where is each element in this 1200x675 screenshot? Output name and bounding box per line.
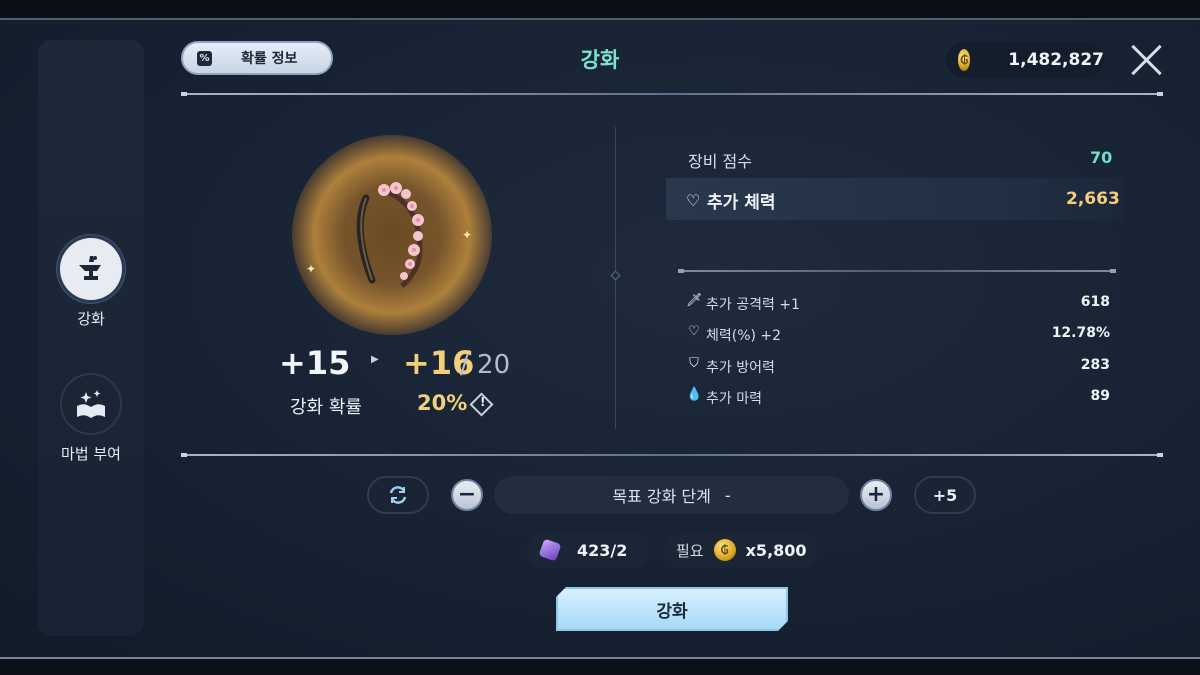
sparkle-icon: ✦	[306, 262, 317, 276]
success-rate-label: 강화 확률	[290, 397, 362, 418]
probability-info-label: 확률 정보	[241, 51, 298, 67]
equipment-score-label: 장비 점수	[688, 152, 752, 171]
stat-row-magic: 💧 추가 마력 89	[686, 386, 1110, 408]
stat-value: 89	[1090, 388, 1110, 404]
stone-count: 423/2	[577, 540, 628, 560]
stat-row-defense: ⛉ 추가 방어력 283	[686, 355, 1110, 377]
gold-balance: ₲ 1,482,827	[946, 42, 1104, 78]
heart-icon: ♡	[688, 324, 700, 339]
bottom-strip	[0, 657, 1200, 675]
enhance-button[interactable]: 강화	[556, 587, 788, 631]
sidebar-item-enchant[interactable]: 마법 부여	[38, 373, 144, 464]
gold-cost-value: x5,800	[745, 540, 807, 560]
sidebar-item-enhance[interactable]: 강화	[38, 238, 144, 329]
highlight-stat-label: 추가 체력	[707, 193, 776, 213]
stat-label: 체력(%) +2	[706, 328, 782, 344]
sword-icon: 🗡	[686, 293, 703, 308]
current-level: +15	[279, 344, 351, 382]
stat-label: 추가 공격력 +1	[706, 297, 800, 313]
stats-divider	[678, 269, 1116, 273]
spellbook-icon	[60, 373, 122, 435]
close-button[interactable]	[1128, 42, 1164, 78]
gold-cost: 필요 ₲ x5,800	[664, 532, 818, 568]
sidebar: 강화 마법 부여	[38, 40, 144, 636]
gold-coin-icon: ₲	[713, 539, 736, 561]
shield-icon: ⛉	[689, 356, 699, 371]
probability-info-button[interactable]: % 확률 정보	[181, 41, 333, 75]
highlight-stat-value: 2,663	[1066, 189, 1120, 209]
arrow-right-icon: ▶	[371, 354, 379, 365]
page-title: 강화	[580, 48, 620, 72]
sidebar-item-label: 강화	[77, 310, 105, 328]
hairband-item-image	[356, 182, 424, 288]
success-rate-value: 20%	[417, 391, 468, 415]
target-level-value: -	[724, 485, 731, 505]
target-level-field[interactable]: 목표 강화 단계 -	[494, 476, 849, 514]
max-level: / 20	[460, 350, 511, 380]
sparkle-icon: ✦	[462, 228, 473, 242]
stat-value: 12.78%	[1051, 325, 1110, 341]
stat-row-hp-percent: ♡ 체력(%) +2 12.78%	[686, 323, 1110, 345]
heart-icon: ♡	[686, 191, 701, 210]
stat-label: 추가 방어력	[706, 360, 775, 376]
controls-divider	[181, 453, 1163, 457]
stat-row-attack: 🗡 추가 공격력 +1 618	[686, 292, 1110, 314]
header-divider	[181, 92, 1163, 96]
need-label: 필요	[676, 541, 704, 560]
percent-icon: %	[197, 50, 212, 66]
stat-value: 283	[1080, 357, 1110, 373]
stat-label: 추가 마력	[706, 391, 762, 407]
stone-cost: 423/2	[527, 532, 650, 568]
refresh-button[interactable]	[367, 476, 429, 514]
decrease-button[interactable]: −	[451, 479, 483, 511]
sidebar-item-label: 마법 부여	[61, 445, 121, 463]
increase-button[interactable]: +	[860, 479, 892, 511]
anvil-icon	[60, 238, 122, 300]
gold-amount: 1,482,827	[1008, 50, 1104, 70]
plus-five-label: +5	[932, 485, 958, 505]
enhance-stone-icon	[538, 538, 562, 562]
plus-five-button[interactable]: +5	[914, 476, 976, 514]
equipment-score-value: 70	[1090, 148, 1113, 167]
warning-icon: !	[479, 395, 486, 410]
stat-value: 618	[1080, 294, 1110, 310]
drop-icon: 💧	[686, 387, 703, 402]
target-level-label: 목표 강화 단계	[612, 487, 711, 506]
gold-coin-icon: ₲	[958, 49, 971, 71]
refresh-icon	[389, 486, 407, 504]
